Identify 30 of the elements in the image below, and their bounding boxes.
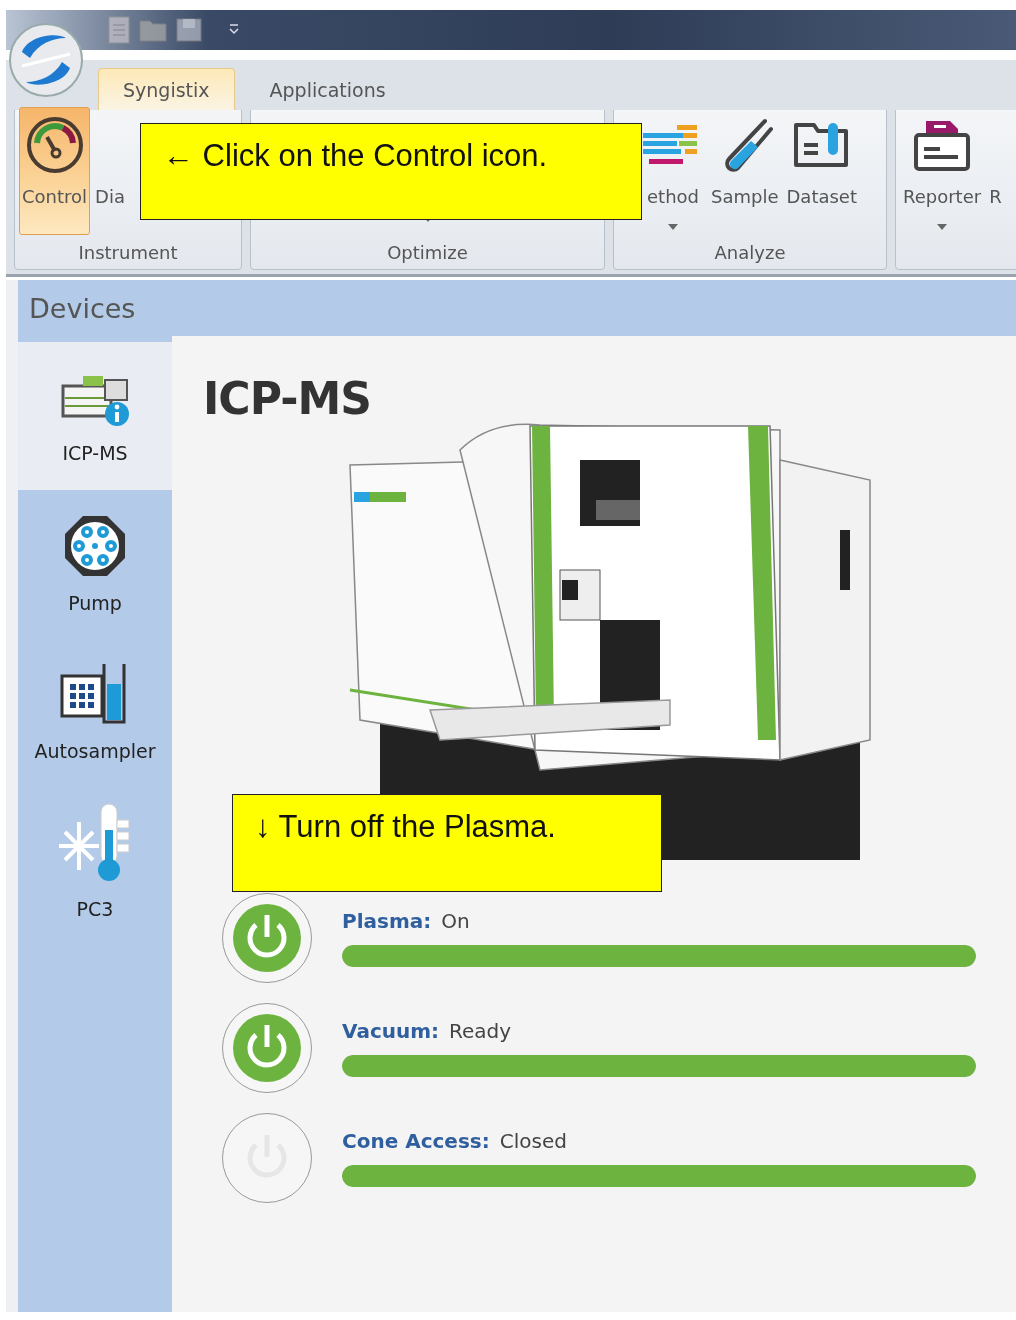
customize-menu-icon (228, 23, 240, 37)
power-icon (232, 1013, 302, 1083)
save-icon (174, 15, 204, 45)
power-icon (232, 903, 302, 973)
ribbon-button[interactable]: Dia (92, 107, 128, 235)
ribbon-button[interactable]: Sample (708, 107, 782, 235)
device-tab[interactable]: ICP-MS (18, 342, 172, 490)
document-icon (106, 15, 132, 45)
ribbon-button[interactable]: Dataset (783, 107, 860, 235)
ribbon-button[interactable]: Control (19, 107, 91, 235)
device-title: ICP-MS (203, 374, 371, 424)
status-text: Vacuum: Ready (342, 1019, 513, 1043)
ribbon-button[interactable]: R (986, 107, 1005, 235)
ribbon-button[interactable]: Reporter (900, 107, 985, 235)
ribbon-tab[interactable]: Syngistix (98, 68, 235, 110)
ribbon-tab[interactable]: Applications (244, 68, 411, 110)
status-text: Cone Access: Closed (342, 1129, 568, 1153)
callout-text: ↓ Turn off the Plasma. (255, 809, 556, 844)
ribbon-button[interactable]: ethod (640, 107, 706, 235)
device-tab[interactable]: PC3 (18, 786, 172, 934)
pump-icon (63, 514, 127, 578)
group-label: Optimize (387, 241, 468, 265)
panel-header: Devices (18, 280, 1016, 336)
device-tab[interactable]: Autosampler (18, 638, 172, 786)
gauge-icon (24, 115, 85, 175)
status-text: Plasma: On (342, 909, 471, 933)
device-tab[interactable]: Pump (18, 490, 172, 638)
group-label: Instrument (78, 241, 178, 265)
group-label: Analyze (714, 241, 786, 265)
callout-text: ← Click on the Control icon. (163, 138, 548, 173)
